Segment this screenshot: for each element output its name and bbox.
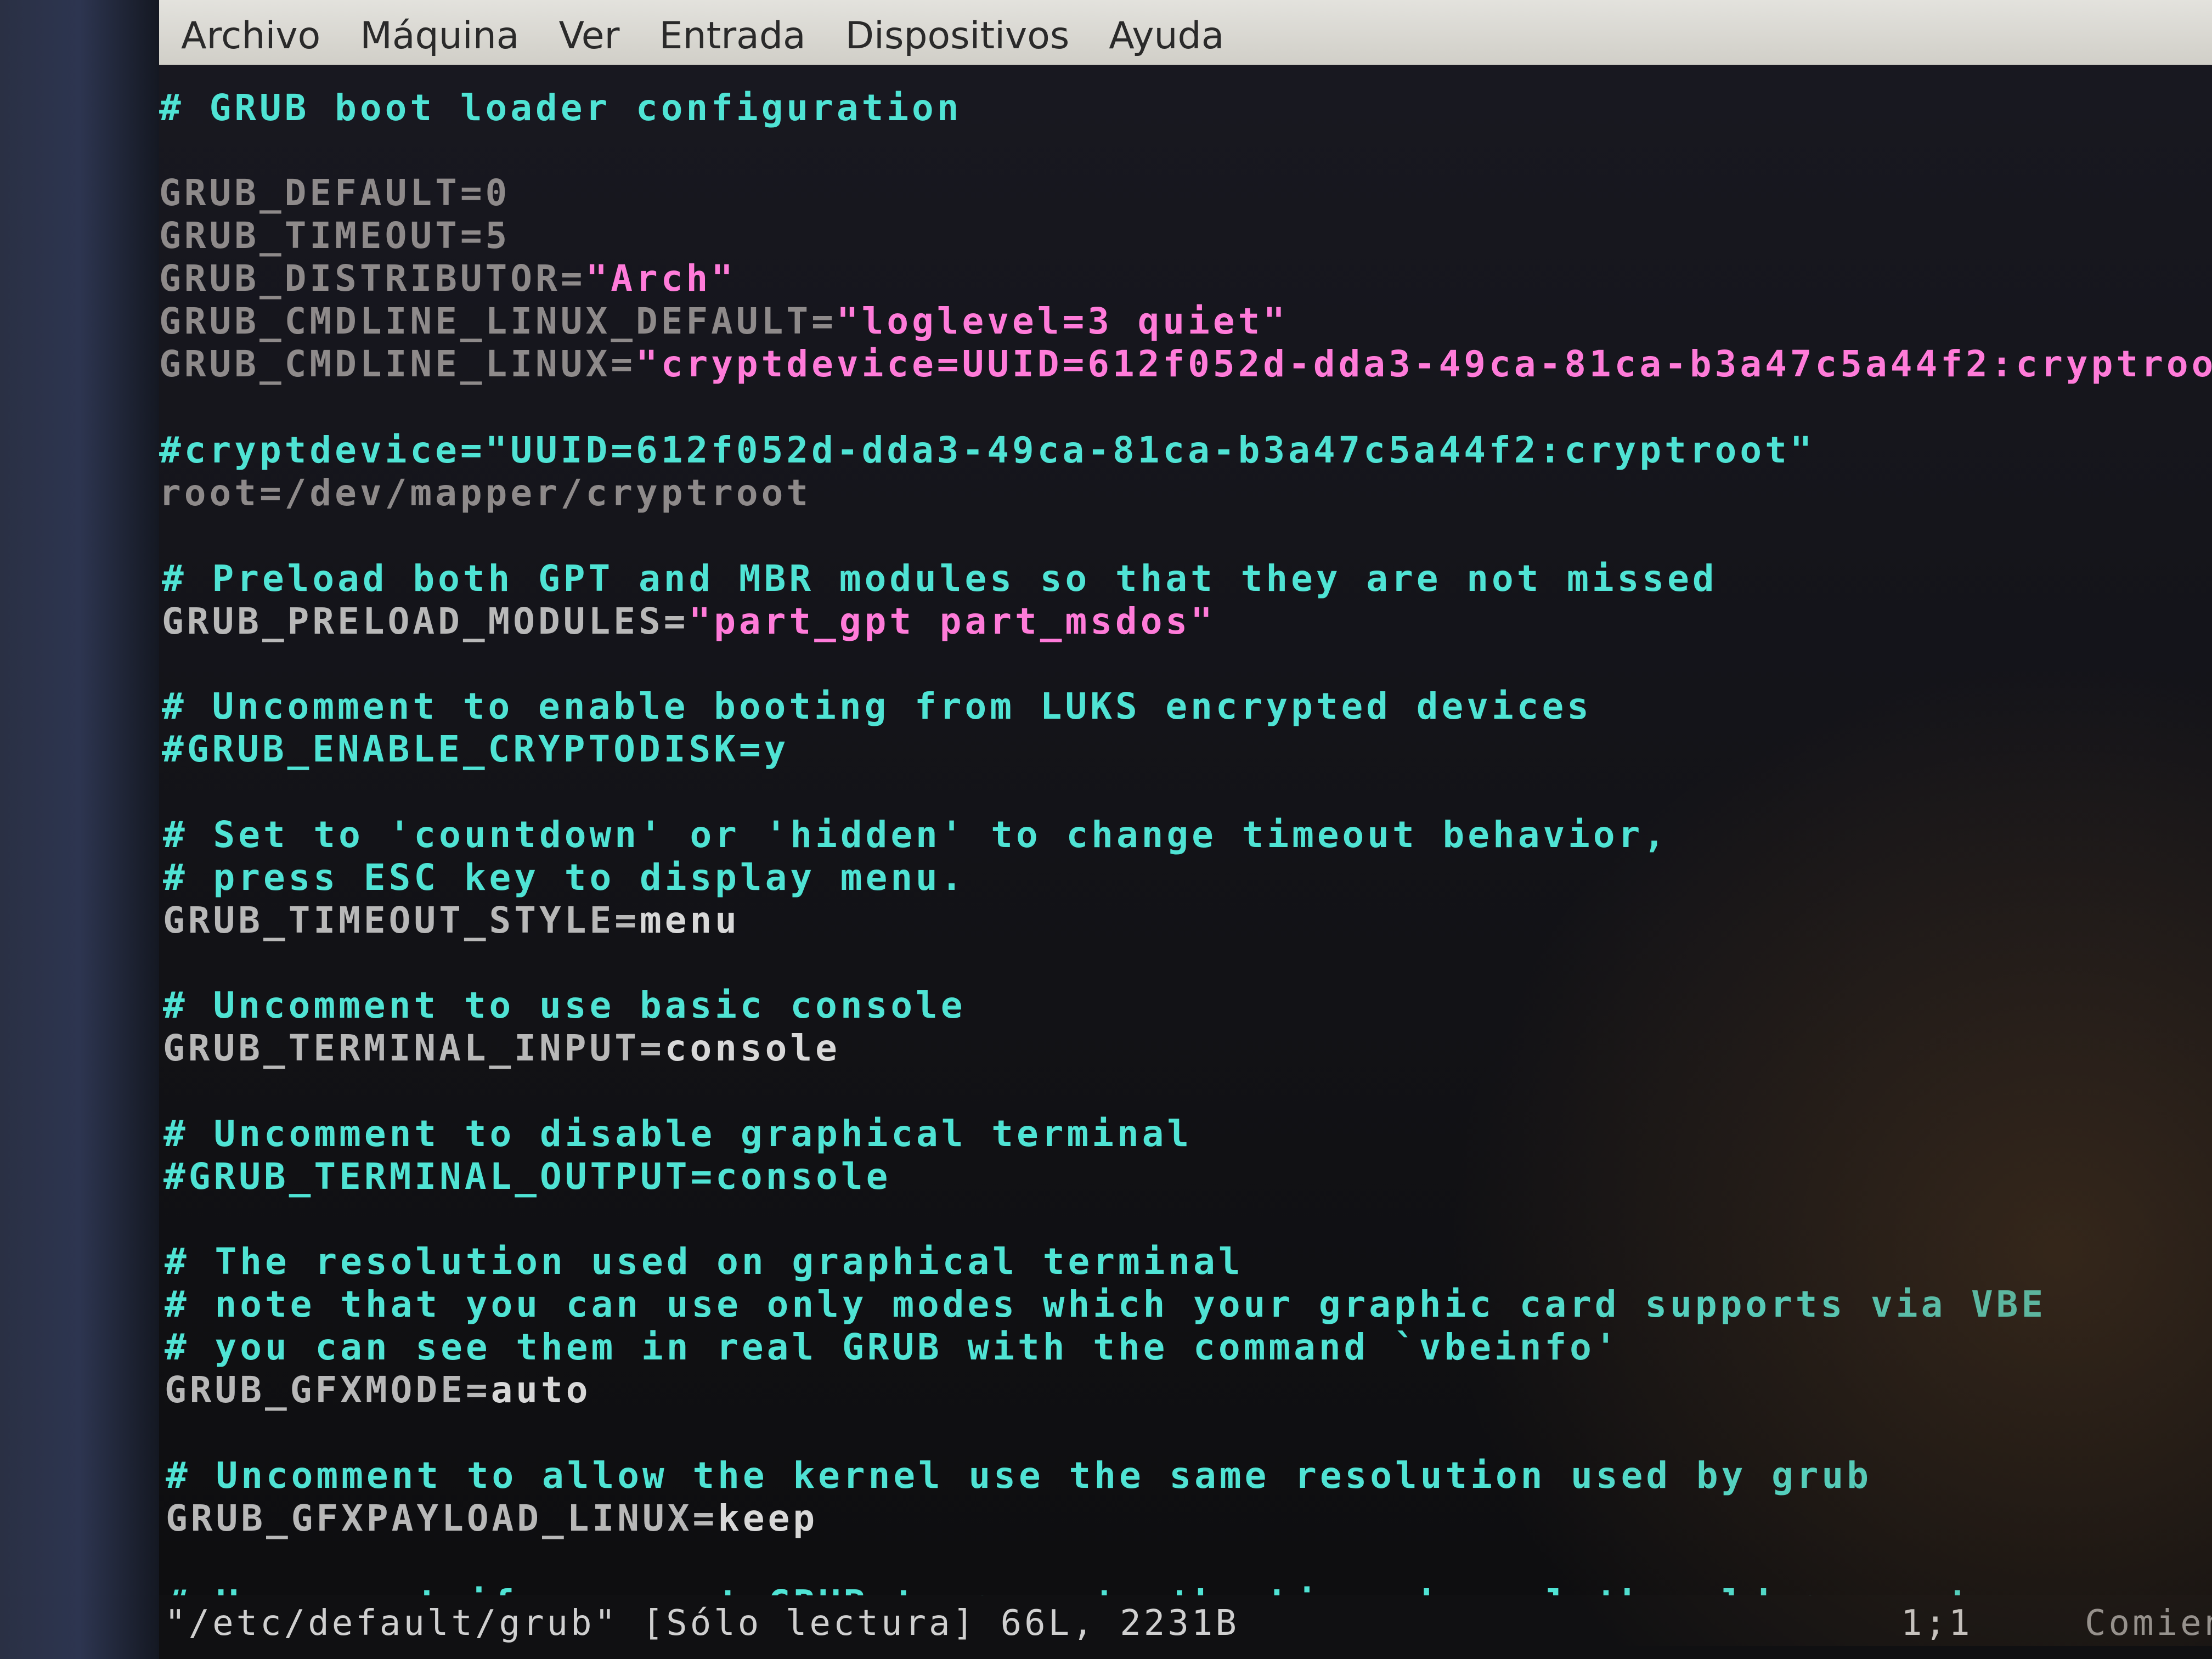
editor-line: GRUB_TIMEOUT=5 <box>159 215 510 257</box>
vim-editor[interactable]: # GRUB boot loader configuration GRUB_DEF… <box>159 65 2212 1624</box>
editor-line: GRUB_CMDLINE_LINUX="cryptdevice=UUID=612… <box>159 343 2212 386</box>
menu-maquina[interactable]: Máquina <box>360 14 519 58</box>
code-token: # GRUB boot loader configuration <box>159 87 962 129</box>
editor-line: #cryptdevice="UUID=612f052d-dda3-49ca-81… <box>159 429 1815 472</box>
status-cursor-position: 1;1 <box>1901 1603 1973 1644</box>
code-token: # Uncomment to disable graphical termina… <box>163 1113 1193 1155</box>
code-token: GRUB_GFXMODE= <box>165 1369 491 1411</box>
editor-line: # Uncomment to enable booting from LUKS … <box>162 685 1592 728</box>
code-token: # note that you can use only modes which… <box>165 1283 2047 1325</box>
editor-line: GRUB_GFXPAYLOAD_LINUX=keep <box>166 1497 818 1540</box>
code-token: menu <box>639 899 740 941</box>
code-token: GRUB_CMDLINE_LINUX_DEFAULT= <box>159 300 837 342</box>
editor-line: GRUB_PRELOAD_MODULES="part_gpt part_msdo… <box>162 600 1216 643</box>
code-token: # press ESC key to display menu. <box>163 856 966 899</box>
code-token: #cryptdevice="UUID=612f052d-dda3-49ca-81… <box>159 429 1815 471</box>
code-token: GRUB_TIMEOUT_STYLE= <box>163 899 640 941</box>
code-token: "part_gpt part_msdos" <box>689 600 1216 642</box>
code-token: # Set to 'countdown' or 'hidden' to chan… <box>163 814 1669 856</box>
status-file-info: "/etc/default/grub" [Sólo lectura] 66L, … <box>165 1603 1239 1644</box>
editor-line: # Uncomment to use basic console <box>163 984 966 1027</box>
menu-entrada[interactable]: Entrada <box>659 14 806 58</box>
menubar: Archivo Máquina Ver Entrada Dispositivos… <box>159 0 2212 71</box>
code-token: console <box>664 1027 840 1069</box>
code-token: GRUB_DEFAULT=0 <box>159 172 511 214</box>
code-token: # Uncomment to enable booting from LUKS … <box>162 685 1592 727</box>
vim-statusbar: "/etc/default/grub" [Sólo lectura] 66L, … <box>159 1595 2212 1659</box>
code-token: #GRUB_ENABLE_CRYPTODISK=y <box>162 728 789 770</box>
code-token: "Arch" <box>585 257 736 300</box>
editor-line: root=/dev/mapper/cryptroot <box>159 472 811 515</box>
code-token: GRUB_PRELOAD_MODULES= <box>162 600 689 642</box>
code-token: GRUB_GFXPAYLOAD_LINUX= <box>166 1497 718 1539</box>
code-token: # Uncomment to allow the kernel use the … <box>166 1454 1872 1497</box>
screen-bezel <box>0 0 159 1659</box>
code-token: GRUB_DISTRIBUTOR= <box>159 257 586 300</box>
virtualbox-window: Archivo Máquina Ver Entrada Dispositivos… <box>159 0 2212 1659</box>
editor-line: GRUB_TIMEOUT_STYLE=menu <box>163 899 740 942</box>
code-token: root=/dev/mapper/cryptroot <box>159 472 812 514</box>
editor-line: GRUB_DISTRIBUTOR="Arch" <box>159 257 736 300</box>
editor-line: GRUB_GFXMODE=auto <box>165 1369 591 1412</box>
code-token: GRUB_TIMEOUT=5 <box>159 215 511 257</box>
code-token: keep <box>718 1497 819 1539</box>
code-token: "cryptdevice=UUID=612f052d-dda3-49ca-81c… <box>635 343 2212 385</box>
code-token: #GRUB_TERMINAL_OUTPUT=console <box>163 1155 891 1198</box>
code-token: "loglevel=3 quiet" <box>836 300 1289 342</box>
editor-line: GRUB_TERMINAL_INPUT=console <box>163 1027 840 1070</box>
editor-line: GRUB_DEFAULT=0 <box>159 172 510 215</box>
code-token: # you can see them in real GRUB with the… <box>165 1326 1620 1368</box>
editor-line: # you can see them in real GRUB with the… <box>165 1326 1620 1369</box>
code-token: # Preload both GPT and MBR modules so th… <box>162 557 1718 600</box>
code-token: GRUB_TERMINAL_INPUT= <box>163 1027 665 1069</box>
menu-ver[interactable]: Ver <box>558 14 619 58</box>
editor-line: #GRUB_ENABLE_CRYPTODISK=y <box>162 728 789 771</box>
editor-line: # Set to 'countdown' or 'hidden' to chan… <box>163 814 1668 856</box>
editor-line: # Uncomment to disable graphical termina… <box>163 1113 1192 1155</box>
editor-line: # Preload both GPT and MBR modules so th… <box>162 557 1718 600</box>
editor-line: # GRUB boot loader configuration <box>159 87 962 129</box>
menu-archivo[interactable]: Archivo <box>181 14 320 58</box>
editor-line: # Uncomment to allow the kernel use the … <box>166 1454 1872 1497</box>
menu-ayuda[interactable]: Ayuda <box>1109 14 1224 58</box>
code-token: GRUB_CMDLINE_LINUX= <box>159 343 636 385</box>
code-token: # Uncomment to use basic console <box>163 984 966 1026</box>
editor-line: GRUB_CMDLINE_LINUX_DEFAULT="loglevel=3 q… <box>159 300 1288 343</box>
menu-dispositivos[interactable]: Dispositivos <box>845 14 1070 58</box>
editor-line: # press ESC key to display menu. <box>163 856 966 899</box>
code-token: # The resolution used on graphical termi… <box>165 1240 1244 1283</box>
code-token: auto <box>490 1369 591 1411</box>
editor-line: # note that you can use only modes which… <box>165 1283 2046 1326</box>
editor-line: # The resolution used on graphical termi… <box>165 1240 1244 1283</box>
status-scroll-position: Comien <box>2085 1603 2212 1644</box>
editor-line: #GRUB_TERMINAL_OUTPUT=console <box>163 1155 891 1198</box>
